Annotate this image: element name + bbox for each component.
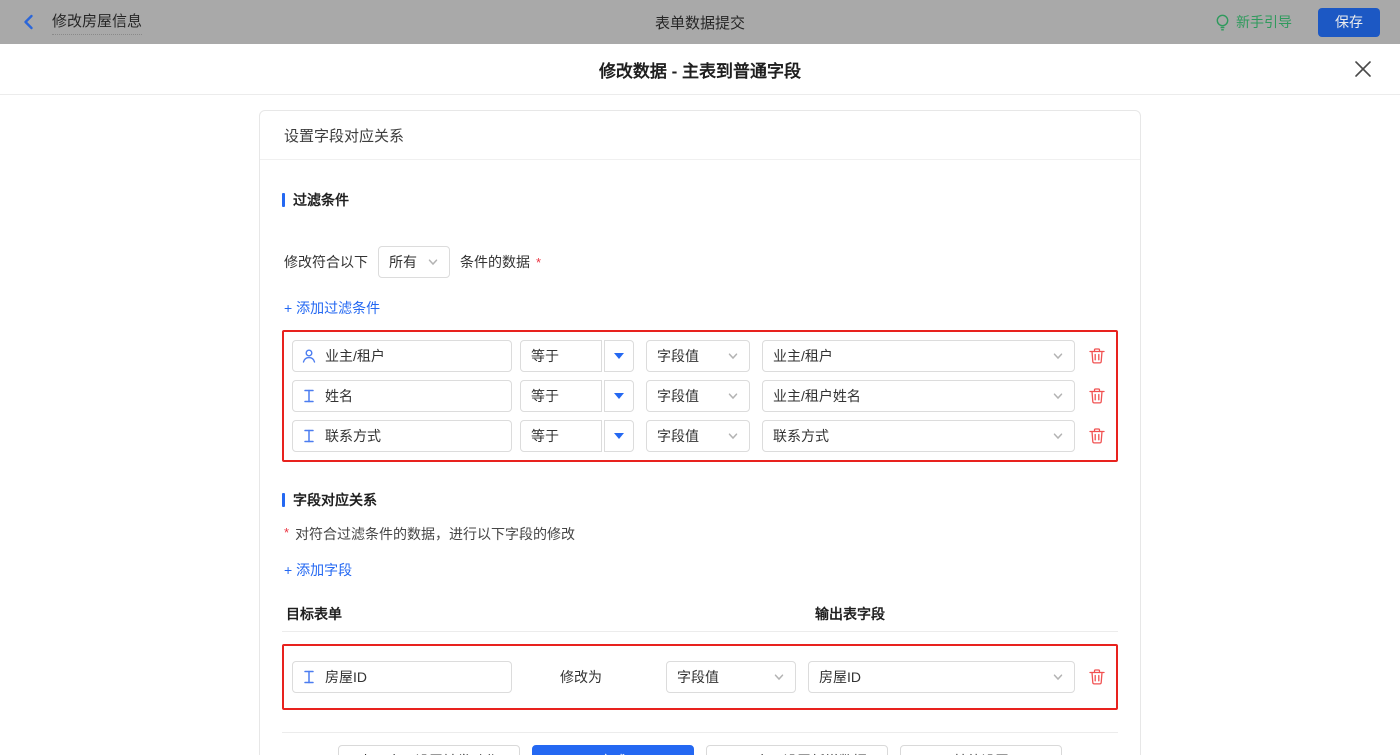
next-step-button[interactable]: 下一步：设置新增数据 (706, 745, 888, 755)
modal-header: 修改数据 - 主表到普通字段 (0, 44, 1400, 95)
filter-value: 联系方式 (773, 426, 829, 446)
save-button[interactable]: 保存 (1318, 8, 1380, 37)
chevron-down-icon (1052, 671, 1064, 683)
add-filter-condition-link[interactable]: + 添加过滤条件 (284, 298, 380, 318)
close-icon[interactable] (1352, 58, 1374, 80)
filter-field-input[interactable] (292, 340, 512, 372)
prev-step-button[interactable]: 上一步：设置触发动作 (338, 745, 520, 755)
section-accent-bar (282, 193, 285, 207)
top-toolbar: 修改房屋信息 表单数据提交 新手引导 保存 (0, 0, 1400, 44)
filter-conditions-highlight-box: 等于 字段值 业主/租户 (282, 330, 1118, 462)
value-type-value: 字段值 (677, 667, 719, 687)
filter-section-title: 过滤条件 (282, 190, 1118, 210)
operator-select[interactable]: 等于 (520, 340, 602, 372)
field-mapping-card: 设置字段对应关系 过滤条件 修改符合以下 所有 条件的数据 * + 添加过滤条件 (259, 110, 1141, 755)
caret-down-icon (614, 353, 624, 359)
chevron-down-icon (727, 350, 739, 362)
modal-body: 设置字段对应关系 过滤条件 修改符合以下 所有 条件的数据 * + 添加过滤条件 (0, 110, 1400, 755)
output-field-column-header: 输出表字段 (815, 604, 885, 624)
chevron-down-icon (1052, 350, 1064, 362)
filter-condition-row: 等于 字段值 业主/租户姓名 (292, 380, 1108, 412)
required-asterisk: * (536, 255, 541, 270)
value-type-select[interactable]: 字段值 (646, 380, 750, 412)
section-accent-bar (282, 493, 285, 507)
column-header-divider (282, 631, 1118, 632)
delete-row-icon[interactable] (1088, 347, 1106, 365)
mapping-note: * 对符合过滤条件的数据，进行以下字段的修改 (284, 524, 1118, 544)
card-title: 设置字段对应关系 (260, 111, 1140, 160)
value-type-select[interactable]: 字段值 (666, 661, 796, 693)
target-field-input[interactable] (292, 661, 512, 693)
lightbulb-icon (1215, 14, 1230, 31)
filter-value: 业主/租户 (773, 346, 833, 366)
filter-condition-row: 等于 字段值 业主/租户 (292, 340, 1108, 372)
delete-row-icon[interactable] (1088, 668, 1106, 686)
filter-condition-row: 等于 字段值 联系方式 (292, 420, 1108, 452)
match-mode-value: 所有 (389, 252, 417, 272)
text-field-icon (301, 388, 317, 404)
chevron-down-icon (727, 430, 739, 442)
value-type-select[interactable]: 字段值 (646, 420, 750, 452)
operator-caret-button[interactable] (604, 380, 634, 412)
delete-row-icon[interactable] (1088, 387, 1106, 405)
filter-value-select[interactable]: 业主/租户姓名 (762, 380, 1075, 412)
chevron-down-icon (727, 390, 739, 402)
topbar-title: 表单数据提交 (0, 12, 1400, 33)
output-field-value: 房屋ID (819, 667, 861, 687)
delete-row-icon[interactable] (1088, 427, 1106, 445)
match-condition-row: 修改符合以下 所有 条件的数据 * (284, 246, 1118, 278)
text-field-icon (301, 669, 317, 685)
value-type-value: 字段值 (657, 426, 699, 446)
caret-down-icon (614, 433, 624, 439)
text-field-icon (301, 428, 317, 444)
filter-value-select[interactable]: 业主/租户 (762, 340, 1075, 372)
mapping-column-headers: 目标表单 输出表字段 (282, 604, 1118, 622)
filter-section-label: 过滤条件 (293, 190, 349, 210)
guide-label: 新手引导 (1236, 12, 1292, 32)
target-form-column-header: 目标表单 (286, 604, 342, 624)
other-settings-button[interactable]: 其他设置 (900, 745, 1062, 755)
value-type-value: 字段值 (657, 346, 699, 366)
field-mapping-highlight-box: 修改为 字段值 房屋ID (282, 644, 1118, 710)
operator-value: 等于 (531, 386, 559, 406)
card-footer: 上一步：设置触发动作 完成 下一步：设置新增数据 其他设置 (260, 733, 1140, 755)
filter-value-select[interactable]: 联系方式 (762, 420, 1075, 452)
value-type-value: 字段值 (657, 386, 699, 406)
operator-value: 等于 (531, 346, 559, 366)
output-field-select[interactable]: 房屋ID (808, 661, 1075, 693)
match-suffix: 条件的数据 (460, 252, 530, 272)
chevron-down-icon (1052, 430, 1064, 442)
filter-field-input[interactable] (292, 380, 512, 412)
operator-select[interactable]: 等于 (520, 420, 602, 452)
modify-to-label: 修改为 (560, 667, 604, 687)
filter-value: 业主/租户姓名 (773, 386, 861, 406)
chevron-down-icon (1052, 390, 1064, 402)
done-button[interactable]: 完成 (532, 745, 694, 755)
chevron-down-icon (427, 256, 439, 268)
mapping-section-label: 字段对应关系 (293, 490, 377, 510)
filter-field-input[interactable] (292, 420, 512, 452)
add-field-link[interactable]: + 添加字段 (284, 560, 352, 580)
value-type-select[interactable]: 字段值 (646, 340, 750, 372)
chevron-down-icon (773, 671, 785, 683)
workflow-name[interactable]: 修改房屋信息 (52, 10, 142, 35)
operator-value: 等于 (531, 426, 559, 446)
mapping-note-text: 对符合过滤条件的数据，进行以下字段的修改 (295, 524, 575, 544)
match-prefix: 修改符合以下 (284, 252, 368, 272)
match-mode-select[interactable]: 所有 (378, 246, 450, 278)
back-button[interactable] (20, 13, 38, 31)
field-mapping-row: 修改为 字段值 房屋ID (292, 661, 1108, 693)
operator-caret-button[interactable] (604, 420, 634, 452)
beginner-guide-button[interactable]: 新手引导 (1215, 12, 1292, 32)
modal-title: 修改数据 - 主表到普通字段 (599, 57, 801, 82)
operator-caret-button[interactable] (604, 340, 634, 372)
required-asterisk: * (284, 525, 289, 540)
back-chevron-icon (20, 13, 38, 31)
operator-select[interactable]: 等于 (520, 380, 602, 412)
member-field-icon (301, 348, 317, 364)
caret-down-icon (614, 393, 624, 399)
mapping-section-title: 字段对应关系 (282, 490, 1118, 510)
